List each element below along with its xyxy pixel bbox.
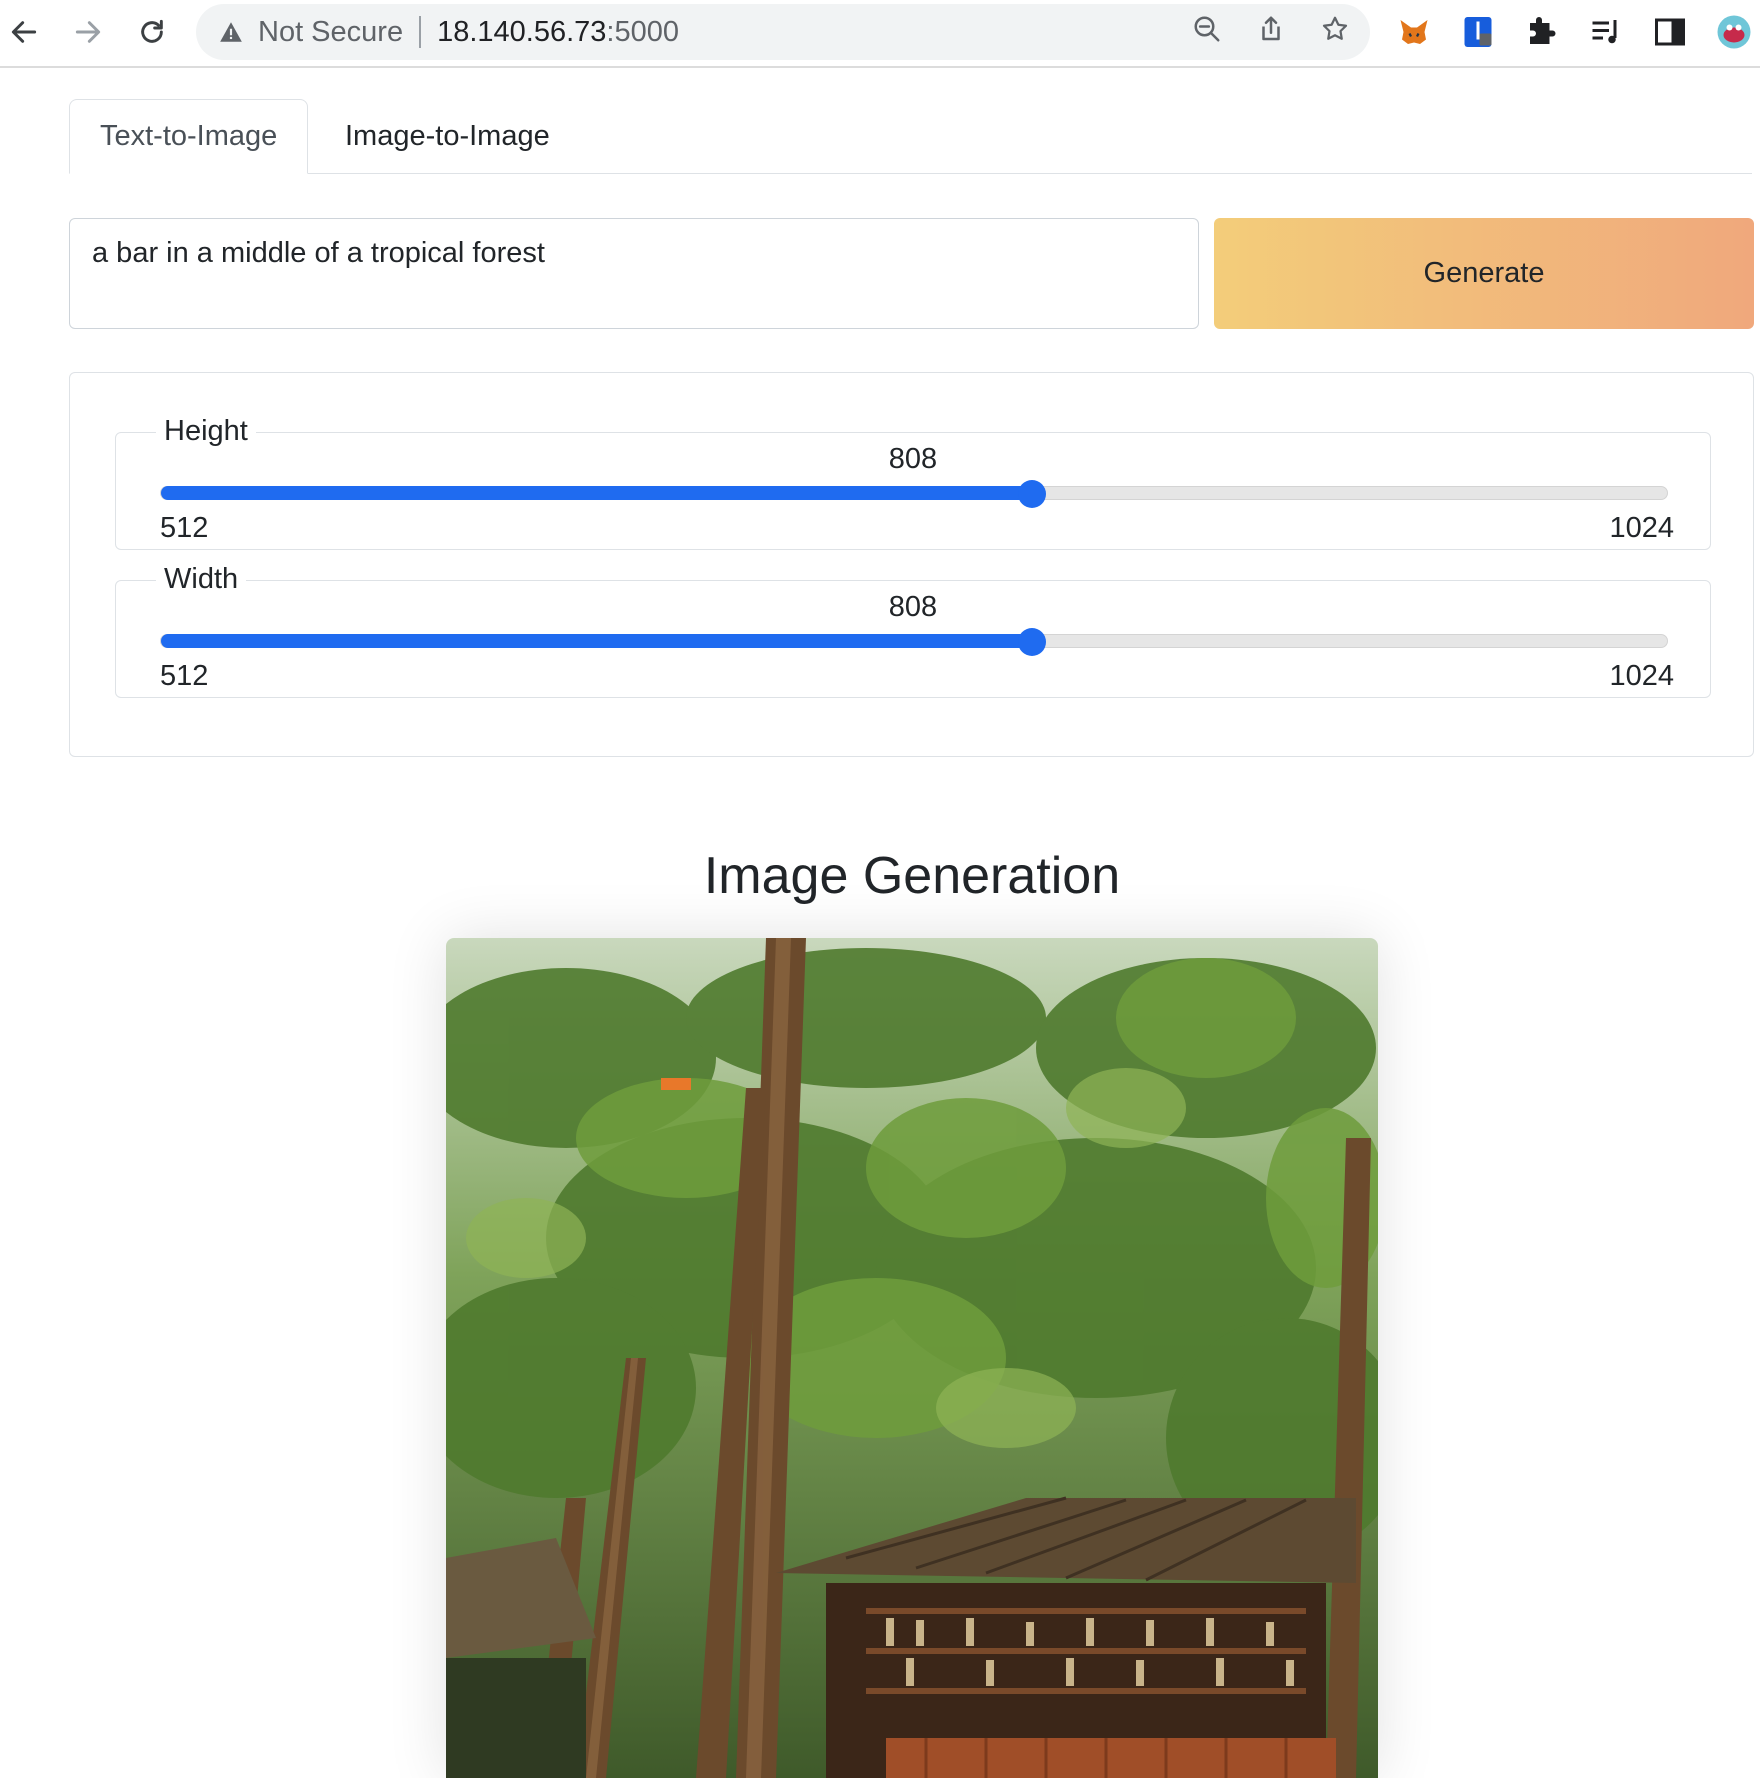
generated-image	[446, 938, 1378, 1778]
settings-panel: Height 808 512 1024 Width 808 512 1024	[69, 372, 1754, 757]
url-port: :5000	[606, 15, 679, 48]
width-fieldset: Width 808 512 1024	[115, 563, 1711, 698]
browser-toolbar: Not Secure 18.140.56.73:5000	[0, 0, 1760, 68]
reading-list-icon[interactable]	[1586, 12, 1626, 52]
reload-icon[interactable]	[130, 10, 174, 54]
bitwarden-icon[interactable]	[1458, 12, 1498, 52]
height-max-label: 1024	[1609, 512, 1674, 544]
width-value: 808	[888, 591, 938, 623]
tab-text-to-image[interactable]: Text-to-Image	[69, 99, 309, 174]
mode-tabs: Text-to-Image Image-to-Image	[69, 99, 1752, 174]
security-label: Not Secure	[258, 15, 404, 48]
height-min-label: 512	[160, 512, 209, 544]
address-separator	[419, 16, 422, 48]
page-title: Image Generation	[703, 847, 1121, 905]
height-slider-fill	[161, 486, 1032, 500]
profile-avatar-icon[interactable]	[1714, 12, 1754, 52]
bookmark-star-icon[interactable]	[1318, 12, 1352, 46]
share-icon[interactable]	[1254, 12, 1288, 46]
width-slider[interactable]	[160, 628, 1668, 656]
height-slider-thumb[interactable]	[1017, 480, 1046, 508]
warning-icon	[218, 19, 244, 45]
width-slider-thumb[interactable]	[1017, 628, 1046, 656]
width-max-label: 1024	[1609, 660, 1674, 692]
metamask-fox-icon[interactable]	[1394, 12, 1434, 52]
url-host: 18.140.56.73	[437, 15, 607, 48]
tab-image-to-image[interactable]: Image-to-Image	[315, 99, 580, 174]
prompt-input[interactable]: a bar in a middle of a tropical forest	[69, 218, 1199, 329]
extensions-puzzle-icon[interactable]	[1522, 12, 1562, 52]
side-panel-icon[interactable]	[1650, 12, 1690, 52]
height-fieldset: Height 808 512 1024	[115, 415, 1711, 550]
back-arrow-icon[interactable]	[2, 10, 46, 54]
width-slider-fill	[161, 634, 1032, 648]
forward-arrow-icon[interactable]	[66, 10, 110, 54]
height-slider[interactable]	[160, 480, 1668, 508]
height-value: 808	[888, 443, 938, 475]
zoom-out-icon[interactable]	[1190, 12, 1224, 46]
width-min-label: 512	[160, 660, 209, 692]
generate-button[interactable]: Generate	[1214, 218, 1754, 329]
